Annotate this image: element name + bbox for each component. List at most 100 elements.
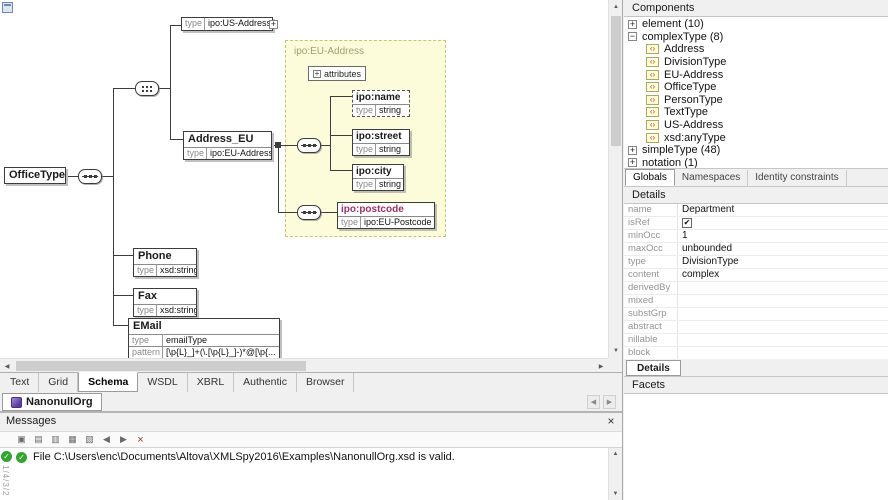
element-phone-box[interactable]: Phone type xsd:string <box>133 248 197 277</box>
save-messages-icon[interactable]: ▣ <box>14 432 29 447</box>
tree-item-eu-address[interactable]: ‹› EU-Address <box>624 68 888 81</box>
tab-wsdl[interactable]: WSDL <box>138 373 187 392</box>
expand-icon[interactable]: + <box>269 20 278 29</box>
tree-item-complextype-group[interactable]: − complexType (8) <box>624 31 888 44</box>
tab-namespaces[interactable]: Namespaces <box>675 170 748 186</box>
element-ipo-street-box[interactable]: ipo:street type string <box>352 129 410 156</box>
detail-value[interactable] <box>678 308 888 320</box>
detail-value[interactable] <box>678 334 888 346</box>
message-row[interactable]: ✓ File C:\Users\enc\Documents\Altova\XML… <box>16 451 455 463</box>
tab-schema[interactable]: Schema <box>78 372 138 392</box>
scroll-up-button[interactable]: ▲ <box>609 0 623 14</box>
element-address-eu-box[interactable]: Address_EU type ipo:EU-Address <box>183 131 272 160</box>
element-fax-box[interactable]: Fax type xsd:string <box>133 288 197 317</box>
element-ipo-name-box[interactable]: ipo:name type string <box>352 90 410 117</box>
isref-checkbox[interactable]: ✔ <box>682 218 692 228</box>
scroll-down-button[interactable]: ▼ <box>609 344 623 358</box>
clear-icon[interactable]: × <box>133 432 148 447</box>
tab-identity-constraints[interactable]: Identity constraints <box>748 170 846 186</box>
sequence-compositor-icon[interactable] <box>78 169 102 184</box>
next-message-icon[interactable]: ▶ <box>116 432 131 447</box>
detail-value[interactable] <box>678 321 888 333</box>
previous-message-icon[interactable]: ◀ <box>99 432 114 447</box>
copy-message-icon[interactable]: ▥ <box>48 432 63 447</box>
design-view-icon[interactable] <box>2 2 13 13</box>
region-title: ipo:EU-Address <box>294 46 364 57</box>
tree-item-officetype[interactable]: ‹› OfficeType <box>624 81 888 94</box>
collapse-icon[interactable]: − <box>628 32 637 41</box>
scroll-right-button[interactable]: ▶ <box>594 359 608 373</box>
tab-grid[interactable]: Grid <box>39 373 78 392</box>
tab-browser[interactable]: Browser <box>297 373 355 392</box>
sequence-compositor-icon[interactable] <box>297 205 321 220</box>
tree-item-texttype[interactable]: ‹› TextType <box>624 106 888 119</box>
file-tab-nanonullorg[interactable]: NanonullOrg <box>2 393 102 411</box>
scrollbar-thumb[interactable] <box>16 361 306 371</box>
expand-icon[interactable]: + <box>628 158 637 167</box>
complextype-officetype-box[interactable]: OfficeType <box>4 167 66 184</box>
complextype-icon: ‹› <box>646 70 659 80</box>
tab-authentic[interactable]: Authentic <box>234 373 297 392</box>
tree-item-xsd-anytype[interactable]: ‹› xsd:anyType <box>624 131 888 144</box>
schema-diagram-canvas: ipo:EU-Address OfficeType <box>0 0 608 358</box>
file-tabs-scroll-right-button[interactable]: ▶ <box>603 395 616 409</box>
tree-item-address[interactable]: ‹› Address <box>624 43 888 56</box>
details-row-isref[interactable]: isRef ✔ <box>624 217 888 230</box>
details-row-derivedby[interactable]: derivedBy <box>624 282 888 295</box>
messages-gutter-text: 1/4/3/2 <box>1 465 10 496</box>
tab-globals[interactable]: Globals <box>625 169 675 186</box>
detail-value[interactable] <box>678 282 888 294</box>
detail-value[interactable]: complex <box>678 269 888 281</box>
details-row-minocc[interactable]: minOcc 1 <box>624 230 888 243</box>
file-tabs-scroll-left-button[interactable]: ◀ <box>587 395 600 409</box>
element-ipo-city-box[interactable]: ipo:city type string <box>352 164 404 191</box>
tree-item-element-group[interactable]: + element (10) <box>624 18 888 31</box>
detail-value[interactable] <box>678 295 888 307</box>
details-row-abstract[interactable]: abstract <box>624 321 888 334</box>
tree-item-us-address[interactable]: ‹› US-Address <box>624 119 888 132</box>
tab-text[interactable]: Text <box>1 373 39 392</box>
right-panel: Components + element (10) − complexType … <box>624 0 888 500</box>
detail-value[interactable]: unbounded <box>678 243 888 255</box>
copy-line-icon[interactable]: ▤ <box>31 432 46 447</box>
detail-value[interactable]: Department <box>678 204 888 216</box>
scrollbar-thumb[interactable] <box>611 16 621 146</box>
details-row-substgrp[interactable]: substGrp <box>624 308 888 321</box>
sequence-compositor-icon[interactable] <box>297 138 321 153</box>
scroll-down-button[interactable]: ▼ <box>609 488 622 500</box>
tree-item-divisiontype[interactable]: ‹› DivisionType <box>624 56 888 69</box>
element-ipo-postcode-box[interactable]: ipo:postcode type ipo:EU-Postcode <box>337 202 435 229</box>
element-name: ipo:street <box>353 130 409 143</box>
tree-item-notation-group[interactable]: + notation (1) <box>624 157 888 169</box>
detail-value[interactable] <box>678 347 888 359</box>
facets-header: Facets <box>624 377 888 394</box>
tree-item-persontype[interactable]: ‹› PersonType <box>624 94 888 107</box>
expand-icon[interactable]: + <box>313 70 321 78</box>
details-row-maxocc[interactable]: maxOcc unbounded <box>624 243 888 256</box>
close-icon[interactable]: × <box>604 415 618 429</box>
details-row-mixed[interactable]: mixed <box>624 295 888 308</box>
tab-details[interactable]: Details <box>626 360 681 376</box>
complextype-icon: ‹› <box>646 95 659 105</box>
scroll-left-button[interactable]: ◀ <box>0 359 14 373</box>
element-us-address-box[interactable]: type ipo:US-Address <box>181 17 273 31</box>
attributes-box[interactable]: + attributes <box>308 66 366 81</box>
details-row-nillable[interactable]: nillable <box>624 334 888 347</box>
tab-xbrl[interactable]: XBRL <box>188 373 234 392</box>
copy-all-icon[interactable]: ▦ <box>65 432 80 447</box>
details-row-name[interactable]: name Department <box>624 204 888 217</box>
attributes-label: attributes <box>324 69 361 79</box>
element-email-box[interactable]: EMail type emailType pattern [\p{L}_]+(\… <box>128 318 280 358</box>
filter-icon[interactable]: ▧ <box>82 432 97 447</box>
details-row-type[interactable]: type DivisionType <box>624 256 888 269</box>
details-row-content[interactable]: content complex <box>624 269 888 282</box>
details-row-block[interactable]: block <box>624 347 888 359</box>
expand-icon[interactable]: + <box>628 146 637 155</box>
tree-item-simpletype-group[interactable]: + simpleType (48) <box>624 144 888 157</box>
compositor-icon[interactable] <box>135 81 159 96</box>
connector-line <box>170 139 183 140</box>
detail-value[interactable]: DivisionType <box>678 256 888 268</box>
detail-value[interactable]: 1 <box>678 230 888 242</box>
expand-icon[interactable]: + <box>628 20 637 29</box>
scroll-up-button[interactable]: ▲ <box>609 448 622 460</box>
